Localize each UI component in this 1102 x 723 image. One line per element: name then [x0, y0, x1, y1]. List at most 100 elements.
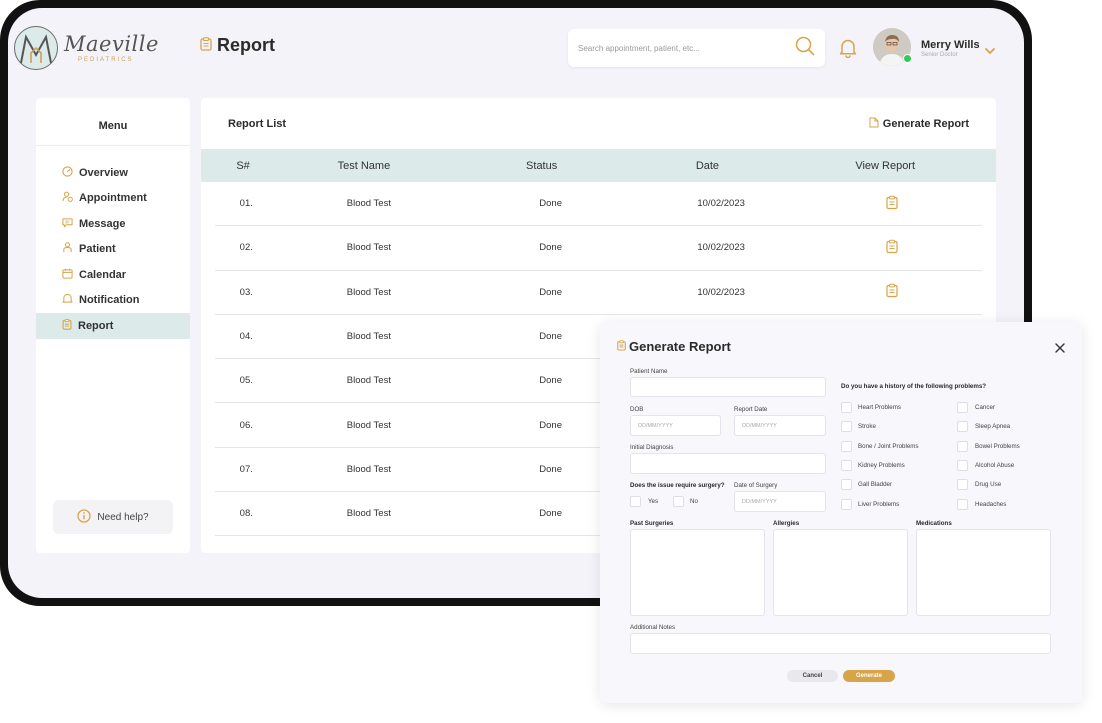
- view-report-icon[interactable]: [801, 239, 982, 257]
- generate-report-link[interactable]: Generate Report: [869, 117, 969, 131]
- report-date-label: Report Date: [734, 406, 768, 413]
- sidebar-item-label: Overview: [79, 166, 128, 179]
- cell-sn: 08.: [239, 508, 253, 520]
- user-clock-icon: [62, 191, 73, 205]
- column-header-status: Status: [526, 159, 558, 172]
- problem-checkbox[interactable]: [957, 421, 968, 433]
- chat-icon: [62, 217, 73, 231]
- initial-diagnosis-input[interactable]: [630, 453, 826, 474]
- user-role: Senior Doctor: [921, 52, 958, 58]
- problem-checkbox[interactable]: [957, 479, 968, 491]
- problem-label: Drug Use: [975, 481, 1002, 489]
- sidebar-item-message[interactable]: Message: [36, 211, 190, 237]
- surgery-no-checkbox[interactable]: [673, 496, 684, 507]
- cell-sn: 02.: [239, 242, 253, 254]
- column-header-test: Test Name: [337, 159, 391, 172]
- sidebar: Menu Overview Appointment Message Patient Ca…: [36, 98, 190, 553]
- generate-button[interactable]: Generate: [843, 670, 895, 682]
- surgery-date-input[interactable]: [734, 491, 826, 512]
- problem-checkbox[interactable]: [841, 498, 852, 510]
- problem-checkbox[interactable]: [841, 479, 852, 491]
- modal-title-text: Generate Report: [629, 339, 731, 354]
- dob-label: DOB: [630, 406, 644, 413]
- table-row: 03. Blood Test Done 10/02/2023: [215, 271, 982, 315]
- need-help-button[interactable]: Need help?: [53, 500, 173, 534]
- problem-label: Bone / Joint Problems: [858, 442, 919, 450]
- column-header-view: View Report: [855, 159, 916, 172]
- problem-checkbox[interactable]: [841, 421, 852, 433]
- sidebar-item-notification[interactable]: Notification: [36, 288, 190, 314]
- problem-checkbox[interactable]: [957, 498, 968, 510]
- menu-list: Overview Appointment Message Patient Calenda…: [36, 160, 190, 339]
- cell-date: 10/02/2023: [697, 242, 745, 254]
- allergies-textarea[interactable]: [773, 529, 908, 616]
- allergies-label: Allergies: [773, 520, 800, 527]
- problem-label: Cancer: [975, 404, 995, 411]
- cell-test-name: Blood Test: [346, 331, 391, 343]
- app-logo: Maeville PEDIATRICS: [14, 26, 159, 70]
- user-name: Merry Wills: [921, 39, 980, 51]
- table-row: 01. Blood Test Done 10/02/2023: [215, 182, 982, 227]
- cell-test-name: Blood Test: [346, 242, 391, 254]
- cell-status: Done: [539, 242, 562, 254]
- sidebar-item-label: Report: [78, 319, 114, 332]
- surgery-yes-checkbox[interactable]: [630, 496, 641, 507]
- problem-label: Heart Problems: [858, 404, 901, 411]
- cell-status: Done: [539, 286, 562, 298]
- search-input[interactable]: [578, 43, 795, 53]
- medications-textarea[interactable]: [916, 529, 1051, 616]
- sidebar-item-calendar[interactable]: Calendar: [36, 262, 190, 288]
- cell-test-name: Blood Test: [346, 286, 391, 298]
- cell-sn: 06.: [239, 419, 253, 431]
- search-box[interactable]: [568, 29, 825, 67]
- dob-input[interactable]: [630, 415, 721, 436]
- cell-sn: 07.: [239, 463, 253, 475]
- cell-sn: 04.: [239, 331, 253, 343]
- search-icon[interactable]: [795, 36, 815, 61]
- sidebar-item-label: Appointment: [79, 192, 147, 205]
- modal-title: Generate Report: [617, 339, 731, 354]
- chevron-down-icon[interactable]: [985, 42, 995, 60]
- report-date-input[interactable]: [734, 415, 826, 436]
- sidebar-item-label: Notification: [79, 294, 140, 307]
- problem-checkbox[interactable]: [841, 459, 852, 471]
- problem-checkbox[interactable]: [957, 402, 968, 413]
- table-row: 02. Blood Test Done 10/02/2023: [215, 226, 982, 271]
- view-report-icon[interactable]: [801, 283, 982, 301]
- logo-name: Maeville: [64, 31, 159, 56]
- problem-label: Sleep Apnea: [975, 423, 1011, 431]
- patient-name-label: Patient Name: [630, 368, 668, 375]
- problem-label: Stroke: [858, 423, 876, 431]
- sidebar-item-label: Patient: [79, 243, 116, 256]
- patient-name-input[interactable]: [630, 377, 826, 397]
- sidebar-item-overview[interactable]: Overview: [36, 160, 190, 186]
- problem-label: Bowel Problems: [975, 442, 1020, 450]
- sidebar-item-patient[interactable]: Patient: [36, 237, 190, 263]
- cell-date: 10/02/2023: [697, 286, 745, 298]
- logo-mark-icon: [14, 26, 58, 70]
- additional-notes-input[interactable]: [630, 633, 1051, 654]
- sidebar-item-appointment[interactable]: Appointment: [36, 186, 190, 212]
- view-report-icon[interactable]: [801, 195, 982, 213]
- history-question: Do you have a history of the following p…: [841, 383, 987, 390]
- problem-label: Headaches: [975, 500, 1007, 508]
- online-status-dot: [903, 54, 912, 63]
- cell-test-name: Blood Test: [346, 198, 391, 210]
- info-icon: [77, 508, 92, 526]
- past-surgeries-textarea[interactable]: [630, 529, 765, 616]
- sidebar-item-report[interactable]: Report: [36, 313, 190, 339]
- cell-sn: 03.: [239, 286, 253, 298]
- close-icon[interactable]: [1055, 340, 1065, 358]
- cell-sn: 01.: [239, 198, 253, 210]
- cancel-button[interactable]: Cancel: [787, 670, 838, 682]
- problem-checkbox[interactable]: [841, 440, 852, 452]
- sidebar-item-label: Calendar: [79, 268, 127, 281]
- problem-checkbox[interactable]: [957, 459, 968, 471]
- notification-bell-icon[interactable]: [839, 38, 857, 63]
- patient-icon: [62, 242, 73, 256]
- problem-label: Alcohol Abuse: [975, 461, 1015, 469]
- menu-title: Menu: [36, 98, 190, 146]
- problem-checkbox[interactable]: [957, 440, 968, 452]
- problem-checkbox[interactable]: [841, 402, 852, 413]
- surgery-yes-label: Yes: [648, 498, 659, 505]
